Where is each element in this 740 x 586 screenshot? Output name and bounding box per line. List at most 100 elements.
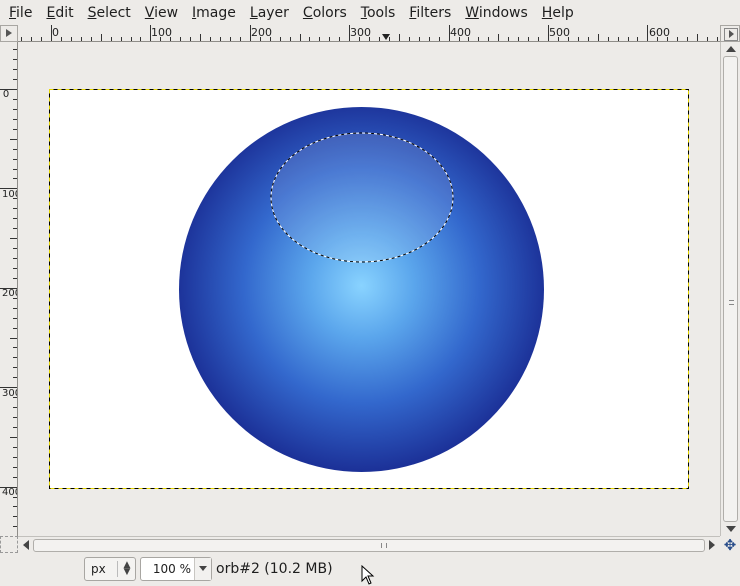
canvas-viewport[interactable] bbox=[19, 43, 720, 536]
ruler-tick bbox=[13, 267, 17, 269]
ruler-tick bbox=[607, 37, 609, 41]
ruler-tick bbox=[13, 168, 17, 170]
ruler-tick bbox=[279, 37, 281, 41]
ruler-tick bbox=[13, 98, 17, 100]
vertical-ruler[interactable]: 0 100 200 300 400 bbox=[0, 42, 18, 536]
ruler-tick bbox=[0, 89, 17, 90]
scroll-right-icon[interactable] bbox=[709, 540, 715, 550]
ruler-tick bbox=[13, 248, 17, 250]
menu-help[interactable]: Help bbox=[535, 2, 581, 24]
ruler-tick bbox=[160, 37, 162, 41]
scroll-down-icon[interactable] bbox=[726, 526, 736, 532]
pointer-cursor-icon bbox=[361, 565, 375, 585]
horizontal-scroll-thumb[interactable] bbox=[33, 539, 705, 552]
menu-edit[interactable]: Edit bbox=[39, 2, 80, 24]
ruler-tick bbox=[140, 37, 142, 41]
ruler-tick bbox=[60, 37, 62, 41]
ruler-tick bbox=[339, 37, 341, 41]
menu-windows[interactable]: Windows bbox=[458, 2, 535, 24]
ruler-label: 300 bbox=[2, 388, 17, 399]
ruler-tick bbox=[100, 34, 102, 41]
ruler-tick bbox=[697, 34, 699, 41]
zoom-value[interactable]: 100 % bbox=[141, 558, 193, 580]
menu-arrow-icon bbox=[6, 29, 12, 37]
menu-view[interactable]: View bbox=[138, 2, 185, 24]
ruler-tick bbox=[13, 456, 17, 458]
horizontal-ruler[interactable]: 0 100 200 300 400 500 600 bbox=[18, 25, 720, 42]
ruler-tick bbox=[0, 188, 17, 190]
ruler-tick bbox=[13, 417, 17, 419]
navigate-button[interactable]: ✥ bbox=[720, 536, 740, 554]
menu-select[interactable]: Select bbox=[81, 2, 138, 24]
ruler-tick bbox=[13, 397, 17, 399]
ruler-tick bbox=[349, 25, 351, 41]
zoom-combobox[interactable]: 100 % bbox=[140, 557, 212, 581]
vertical-scrollbar[interactable] bbox=[720, 42, 740, 536]
quick-mask-toggle[interactable] bbox=[0, 536, 18, 553]
ruler-tick bbox=[587, 37, 589, 41]
menu-file[interactable]: File bbox=[2, 2, 39, 24]
ruler-tick bbox=[13, 347, 17, 349]
image-menu-button[interactable] bbox=[0, 25, 18, 42]
ruler-tick bbox=[21, 37, 23, 41]
divider bbox=[117, 561, 118, 577]
ruler-tick bbox=[13, 198, 17, 200]
ruler-tick bbox=[13, 526, 17, 528]
ruler-tick bbox=[13, 178, 17, 180]
ruler-tick bbox=[41, 37, 43, 41]
ruler-label: 100 bbox=[2, 189, 17, 200]
vertical-scroll-thumb[interactable] bbox=[723, 56, 738, 522]
ruler-label: 300 bbox=[350, 26, 371, 39]
ruler-tick bbox=[110, 37, 112, 41]
ruler-tick bbox=[458, 37, 460, 41]
ruler-tick bbox=[637, 37, 639, 41]
ruler-tick bbox=[408, 37, 410, 41]
ruler-tick bbox=[13, 307, 17, 309]
ruler-tick bbox=[418, 37, 420, 41]
unit-selector[interactable]: px ▲ ▼ bbox=[84, 557, 136, 581]
menu-tools[interactable]: Tools bbox=[354, 2, 403, 24]
ruler-tick bbox=[13, 407, 17, 409]
ruler-tick bbox=[120, 37, 122, 41]
ruler-tick bbox=[577, 37, 579, 41]
ruler-tick bbox=[13, 297, 17, 299]
ruler-tick bbox=[13, 69, 17, 71]
ruler-tick bbox=[13, 377, 17, 379]
ruler-tick bbox=[468, 37, 470, 41]
horizontal-scrollbar[interactable] bbox=[18, 536, 720, 553]
zoom-follow-button[interactable] bbox=[720, 25, 740, 42]
ruler-tick bbox=[239, 37, 241, 41]
ruler-tick bbox=[13, 357, 17, 359]
scroll-up-icon[interactable] bbox=[726, 46, 736, 52]
menu-layer[interactable]: Layer bbox=[243, 2, 296, 24]
ruler-tick bbox=[13, 496, 17, 498]
ruler-tick bbox=[13, 158, 17, 160]
ruler-label: 400 bbox=[2, 487, 17, 498]
ruler-tick bbox=[70, 37, 72, 41]
ellipse-selection[interactable] bbox=[270, 132, 454, 263]
ruler-tick bbox=[538, 37, 540, 41]
ruler-tick bbox=[13, 228, 17, 230]
ruler-tick bbox=[190, 37, 192, 41]
ruler-tick bbox=[219, 37, 221, 41]
ruler-tick bbox=[567, 37, 569, 41]
ruler-tick bbox=[13, 108, 17, 110]
scroll-left-icon[interactable] bbox=[23, 540, 29, 550]
menu-filters[interactable]: Filters bbox=[402, 2, 458, 24]
ruler-tick bbox=[210, 37, 212, 41]
ruler-tick bbox=[80, 37, 82, 41]
ruler-tick bbox=[249, 25, 251, 41]
chevron-down-icon[interactable] bbox=[194, 558, 211, 580]
ruler-tick bbox=[319, 37, 321, 41]
ruler-tick bbox=[180, 37, 182, 41]
ruler-tick bbox=[13, 466, 17, 468]
ruler-tick bbox=[150, 25, 152, 41]
ruler-tick bbox=[13, 118, 17, 120]
ruler-label: 200 bbox=[2, 288, 17, 299]
ruler-tick bbox=[716, 37, 718, 41]
ruler-tick bbox=[13, 208, 17, 210]
ruler-tick bbox=[13, 516, 17, 518]
menu-colors[interactable]: Colors bbox=[296, 2, 354, 24]
menu-image[interactable]: Image bbox=[185, 2, 243, 24]
ruler-tick bbox=[617, 37, 619, 41]
